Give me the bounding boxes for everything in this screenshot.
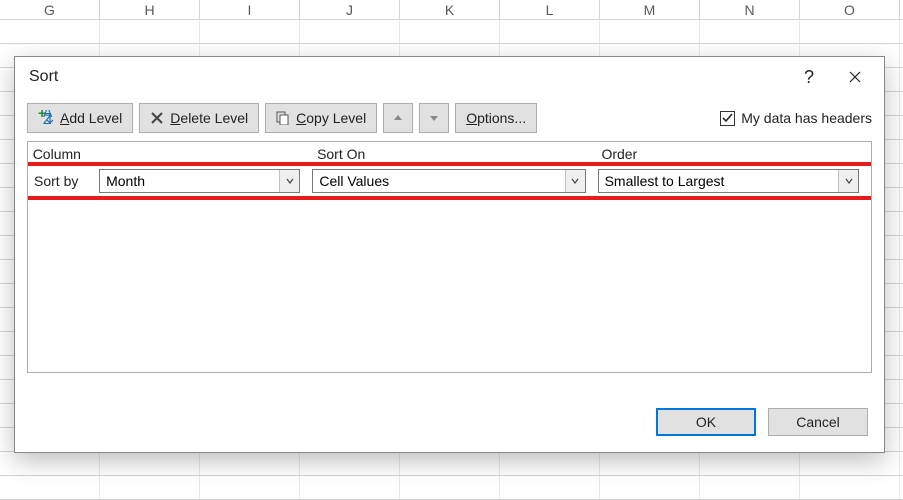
delete-level-button[interactable]: Delete Level bbox=[139, 103, 259, 133]
header-sort-on: Sort On bbox=[311, 146, 595, 162]
chevron-up-icon bbox=[393, 113, 403, 123]
dialog-footer: OK Cancel bbox=[15, 396, 884, 452]
order-combo-value: Smallest to Largest bbox=[599, 173, 838, 189]
close-button[interactable] bbox=[832, 61, 878, 93]
copy-icon bbox=[276, 111, 290, 125]
levels-panel: Column Sort On Order Sort by Month Cell … bbox=[27, 141, 872, 373]
sort-on-combo-value: Cell Values bbox=[313, 173, 564, 189]
col-header[interactable]: J bbox=[300, 0, 400, 19]
sort-on-combo[interactable]: Cell Values bbox=[312, 169, 585, 193]
move-down-button[interactable] bbox=[419, 103, 449, 133]
col-header[interactable]: G bbox=[0, 0, 100, 19]
col-header[interactable]: H bbox=[100, 0, 200, 19]
chevron-down-icon bbox=[838, 170, 858, 192]
col-header[interactable]: I bbox=[200, 0, 300, 19]
column-header-row: G H I J K L M N O bbox=[0, 0, 903, 20]
col-header[interactable]: K bbox=[400, 0, 500, 19]
sort-dialog: Sort ? +AZ Add Level Delete Level Copy L… bbox=[14, 56, 885, 453]
options-button[interactable]: Options... bbox=[455, 103, 537, 133]
has-headers-label: My data has headers bbox=[741, 110, 872, 126]
order-combo[interactable]: Smallest to Largest bbox=[598, 169, 859, 193]
column-combo-value: Month bbox=[100, 173, 279, 189]
chevron-down-icon bbox=[565, 170, 585, 192]
close-icon bbox=[849, 71, 861, 83]
move-up-button[interactable] bbox=[383, 103, 413, 133]
col-header[interactable]: O bbox=[800, 0, 900, 19]
level-label: Sort by bbox=[28, 173, 99, 189]
check-icon bbox=[722, 113, 733, 124]
chevron-down-icon bbox=[279, 170, 299, 192]
col-header[interactable]: M bbox=[600, 0, 700, 19]
delete-icon bbox=[150, 111, 164, 125]
level-headers: Column Sort On Order bbox=[28, 142, 871, 166]
toolbar: +AZ Add Level Delete Level Copy Level Op… bbox=[15, 97, 884, 141]
has-headers-checkbox[interactable]: My data has headers bbox=[720, 110, 872, 126]
col-header[interactable]: L bbox=[500, 0, 600, 19]
col-header[interactable]: N bbox=[700, 0, 800, 19]
sort-level-row: Sort by Month Cell Values Smallest to La… bbox=[28, 166, 871, 196]
cancel-button[interactable]: Cancel bbox=[768, 408, 868, 436]
column-combo[interactable]: Month bbox=[99, 169, 300, 193]
ok-button[interactable]: OK bbox=[656, 408, 756, 436]
chevron-down-icon bbox=[429, 113, 439, 123]
add-level-icon: +AZ bbox=[38, 110, 54, 126]
help-button[interactable]: ? bbox=[786, 61, 832, 93]
titlebar: Sort ? bbox=[15, 57, 884, 97]
add-level-button[interactable]: +AZ Add Level bbox=[27, 103, 133, 133]
header-column: Column bbox=[27, 146, 311, 162]
svg-text:Z: Z bbox=[43, 111, 52, 126]
header-order: Order bbox=[595, 146, 871, 162]
copy-level-button[interactable]: Copy Level bbox=[265, 103, 377, 133]
dialog-title: Sort bbox=[29, 68, 786, 86]
checkbox-box bbox=[720, 111, 735, 126]
